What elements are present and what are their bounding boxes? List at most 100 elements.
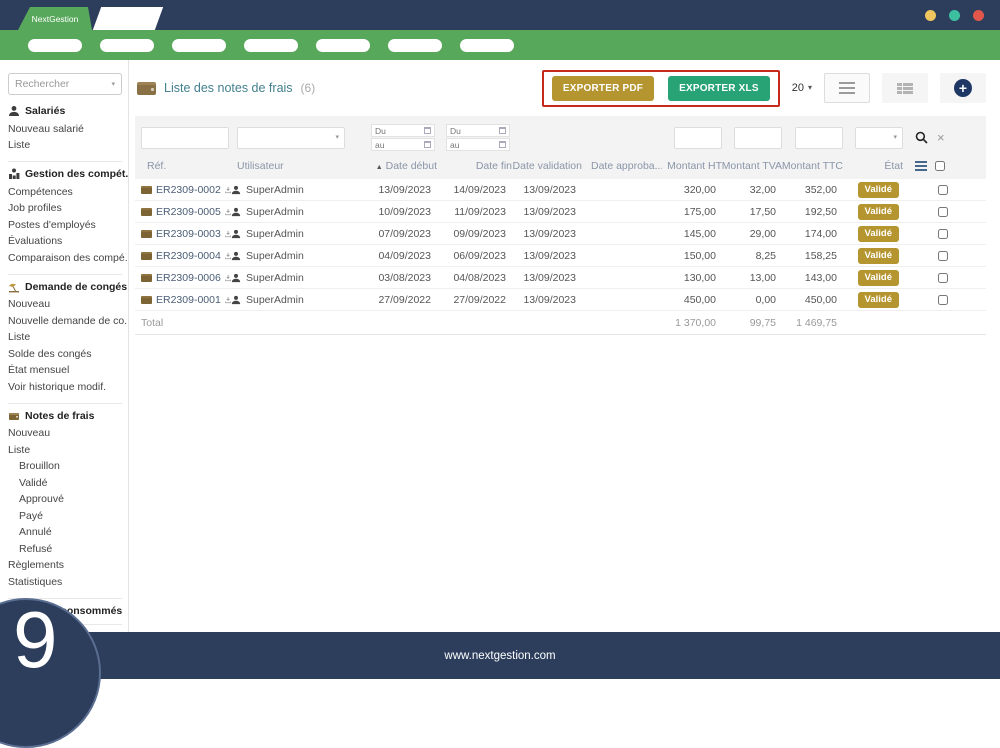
- row-checkbox[interactable]: [938, 273, 948, 283]
- sidebar-item-frais-approuve[interactable]: Approuvé: [8, 492, 122, 509]
- clear-filters-icon[interactable]: ×: [937, 131, 945, 144]
- sidebar-item-statistiques[interactable]: Statistiques: [8, 574, 122, 591]
- row-checkbox[interactable]: [938, 229, 948, 239]
- sidebar-item-nouveau-salarie[interactable]: Nouveau salarié: [8, 121, 122, 138]
- nav-pill[interactable]: [172, 39, 226, 52]
- grid-view-button[interactable]: [882, 73, 928, 103]
- ref-link[interactable]: ER2309-0004: [156, 250, 221, 262]
- filter-user-select[interactable]: ▾: [237, 127, 345, 149]
- col-date-approbation[interactable]: Date approba...: [584, 160, 662, 172]
- maximize-dot-icon[interactable]: [949, 10, 960, 21]
- table-row[interactable]: ER2309-0005 SuperAdmin 10/09/2023 11/09/…: [135, 201, 986, 223]
- calendar-icon[interactable]: [499, 127, 506, 134]
- sidebar-item-liste-salaries[interactable]: Liste: [8, 138, 122, 155]
- sidebar-item-reglements[interactable]: Règlements: [8, 558, 122, 575]
- nav-pill[interactable]: [244, 39, 298, 52]
- page-number: 9: [13, 600, 58, 680]
- sidebar-search-select[interactable]: Rechercher ▾: [8, 73, 122, 95]
- hamburger-icon: [839, 82, 855, 94]
- nav-pill[interactable]: [100, 39, 154, 52]
- col-date-debut[interactable]: ▲Date début: [376, 160, 439, 172]
- secondary-tab[interactable]: [93, 7, 163, 30]
- nav-pill[interactable]: [460, 39, 514, 52]
- col-date-validation[interactable]: Date validation: [513, 160, 584, 172]
- total-ttc: 1 469,75: [796, 317, 839, 329]
- ref-link[interactable]: ER2309-0005: [156, 206, 221, 218]
- filter-montant-ht-input[interactable]: [674, 127, 722, 149]
- filter-montant-tva-input[interactable]: [734, 127, 782, 149]
- col-montant-ttc[interactable]: Montant TTC: [782, 160, 845, 172]
- date-fin-from-input[interactable]: [450, 126, 490, 136]
- nav-pill[interactable]: [28, 39, 82, 52]
- search-icon[interactable]: [915, 131, 928, 144]
- plus-icon: +: [954, 79, 972, 97]
- row-checkbox[interactable]: [938, 295, 948, 305]
- calendar-icon[interactable]: [424, 127, 431, 134]
- chevron-down-icon: ▾: [335, 134, 339, 141]
- calendar-icon[interactable]: [499, 141, 506, 148]
- row-checkbox[interactable]: [938, 185, 948, 195]
- export-xls-button[interactable]: EXPORTER XLS: [668, 76, 770, 101]
- date-fin-to-input[interactable]: [450, 140, 490, 150]
- brand-tab[interactable]: NextGestion: [18, 7, 92, 30]
- col-etat[interactable]: État: [884, 160, 905, 172]
- col-ref[interactable]: Réf.: [141, 160, 237, 172]
- sidebar-item-competences[interactable]: Compétences: [8, 184, 122, 201]
- status-badge: Validé: [858, 292, 899, 308]
- table-row[interactable]: ER2309-0004 SuperAdmin 04/09/2023 06/09/…: [135, 245, 986, 267]
- sidebar-item-frais-brouillon[interactable]: Brouillon: [8, 459, 122, 476]
- row-checkbox[interactable]: [938, 251, 948, 261]
- filter-etat-select[interactable]: ▾: [855, 127, 903, 149]
- sidebar-item-frais-valide[interactable]: Validé: [8, 475, 122, 492]
- row-checkbox[interactable]: [938, 207, 948, 217]
- col-montant-ht[interactable]: Montant HT: [667, 160, 724, 172]
- add-button[interactable]: +: [940, 73, 986, 103]
- table-row[interactable]: ER2309-0001 SuperAdmin 27/09/2022 27/09/…: [135, 289, 986, 311]
- table-row[interactable]: ER2309-0002 SuperAdmin 13/09/2023 14/09/…: [135, 179, 986, 201]
- list-icon[interactable]: [915, 161, 927, 171]
- sidebar-item-nouvelle-demande[interactable]: Nouvelle demande de co...: [8, 313, 122, 330]
- user-icon: [231, 185, 241, 195]
- ref-link[interactable]: ER2309-0006: [156, 272, 221, 284]
- calendar-icon[interactable]: [424, 141, 431, 148]
- sidebar-item-comparaison[interactable]: Comparaison des compé...: [8, 250, 122, 267]
- col-montant-tva[interactable]: Montant TVA: [722, 160, 784, 172]
- sidebar-item-conges-nouveau[interactable]: Nouveau: [8, 297, 122, 314]
- nav-pill[interactable]: [316, 39, 370, 52]
- ref-link[interactable]: ER2309-0002: [156, 184, 221, 196]
- list-view-button[interactable]: [824, 73, 870, 103]
- close-dot-icon[interactable]: [973, 10, 984, 21]
- page-size-select[interactable]: 20 ▾: [792, 82, 812, 94]
- filter-date-debut-range: [371, 124, 435, 151]
- filter-montant-ttc-input[interactable]: [795, 127, 843, 149]
- col-utilisateur[interactable]: Utilisateur: [237, 160, 353, 172]
- minimize-dot-icon[interactable]: [925, 10, 936, 21]
- date-debut-to-input[interactable]: [375, 140, 415, 150]
- select-all-checkbox[interactable]: [935, 161, 945, 171]
- sidebar-item-evaluations[interactable]: Évaluations: [8, 234, 122, 251]
- sidebar-item-job-profiles[interactable]: Job profiles: [8, 201, 122, 218]
- export-pdf-button[interactable]: EXPORTER PDF: [552, 76, 654, 101]
- table-row[interactable]: ER2309-0003 SuperAdmin 07/09/2023 09/09/…: [135, 223, 986, 245]
- date-debut-from-input[interactable]: [375, 126, 415, 136]
- sidebar-item-solde-conges[interactable]: Solde des congés: [8, 346, 122, 363]
- sidebar-item-postes-employes[interactable]: Postes d'employés: [8, 217, 122, 234]
- sidebar-item-frais-refuse[interactable]: Refusé: [8, 541, 122, 558]
- sidebar-item-frais-annule[interactable]: Annulé: [8, 525, 122, 542]
- filter-ref-input[interactable]: [141, 127, 229, 149]
- nav-pill[interactable]: [388, 39, 442, 52]
- ref-link[interactable]: ER2309-0003: [156, 228, 221, 240]
- sidebar-item-frais-paye[interactable]: Payé: [8, 508, 122, 525]
- sidebar-item-frais-nouveau[interactable]: Nouveau: [8, 426, 122, 443]
- filter-row: ▾ ▾: [141, 124, 986, 151]
- sidebar-item-conges-liste[interactable]: Liste: [8, 330, 122, 347]
- user-icon: [231, 251, 241, 261]
- table-grid-icon: [897, 83, 913, 94]
- sidebar-item-frais-liste[interactable]: Liste: [8, 442, 122, 459]
- sidebar-item-etat-mensuel[interactable]: État mensuel: [8, 363, 122, 380]
- divider: [8, 161, 122, 162]
- sidebar-item-historique-modif[interactable]: Voir historique modif.: [8, 379, 122, 396]
- col-date-fin[interactable]: Date fin: [476, 160, 514, 172]
- ref-link[interactable]: ER2309-0001: [156, 294, 221, 306]
- table-row[interactable]: ER2309-0006 SuperAdmin 03/08/2023 04/08/…: [135, 267, 986, 289]
